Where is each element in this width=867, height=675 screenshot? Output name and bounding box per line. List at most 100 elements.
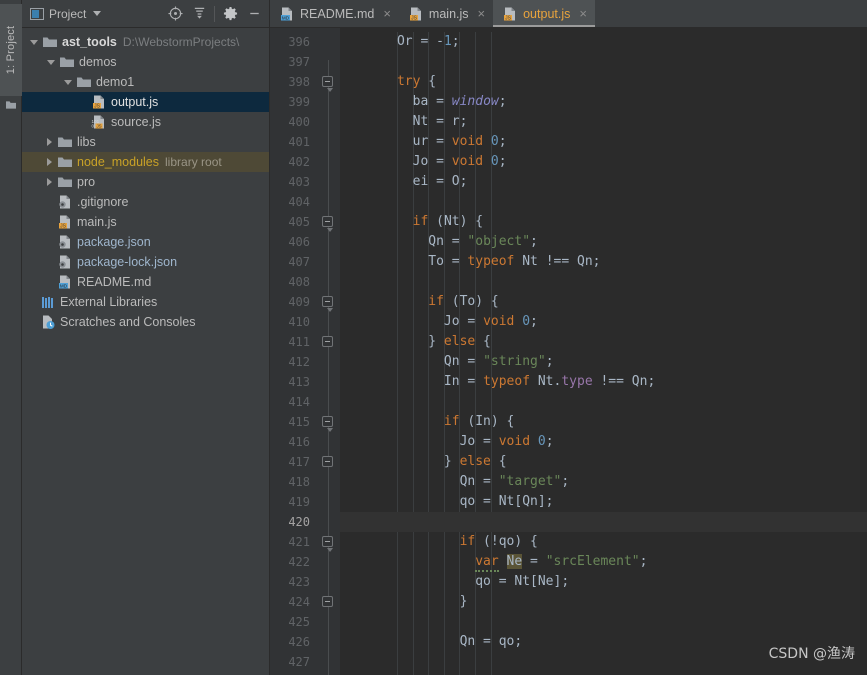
code-line[interactable]: var Ne = "srcElement"; [340, 552, 867, 572]
code-line[interactable]: } else { [340, 332, 867, 352]
editor-tab-output-js[interactable]: JS output.js × [493, 0, 595, 27]
line-number: 400 [288, 115, 310, 129]
chevron-right-icon[interactable] [47, 158, 52, 166]
folder-icon [58, 177, 72, 187]
tree-item-ast-tools[interactable]: ast_tools D:\WebstormProjects\ [22, 32, 269, 52]
chevron-down-icon[interactable] [30, 39, 38, 45]
code-line[interactable]: Qn = "target"; [340, 472, 867, 492]
code-token: { [490, 454, 507, 469]
code-line[interactable]: qo = Nt[Ne]; [340, 572, 867, 592]
code-line[interactable]: if (In) { [340, 412, 867, 432]
tree-item-package-lock-json[interactable]: package-lock.json [22, 252, 269, 272]
code-token: 0 [522, 314, 531, 329]
tree-item-external-libraries[interactable]: External Libraries [22, 292, 269, 312]
fold-row [318, 52, 340, 72]
code-line[interactable]: if (!qo) { [340, 532, 867, 552]
editor-tab-readme-md[interactable]: MD README.md × [270, 0, 399, 27]
code-token: In [443, 374, 460, 389]
code-token: 0 [537, 434, 546, 449]
code-line[interactable]: Qn = "string"; [340, 352, 867, 372]
code-line[interactable] [340, 392, 867, 412]
locate-file-button[interactable] [164, 3, 186, 25]
code-folding-gutter[interactable] [318, 28, 340, 675]
code-line[interactable] [340, 612, 867, 632]
code-token: = [428, 94, 452, 109]
fold-collapse-icon[interactable] [322, 536, 333, 552]
hide-button[interactable] [243, 3, 265, 25]
code-token: ; [639, 554, 648, 569]
settings-button[interactable] [219, 3, 241, 25]
code-line[interactable]: Jo = void 0; [340, 312, 867, 332]
chevron-down-icon[interactable] [47, 59, 55, 65]
code-line[interactable] [340, 52, 867, 72]
code-token: Jo [443, 314, 460, 329]
code-line[interactable]: To = typeof Nt !== Qn; [340, 252, 867, 272]
collapse-all-button[interactable] [188, 3, 210, 25]
close-icon[interactable]: × [579, 7, 587, 20]
tree-item-source-js[interactable]: JS 101 0 source.js [22, 112, 269, 132]
code-line[interactable] [340, 192, 867, 212]
js-file-icon: JS [59, 215, 70, 229]
tree-item-output-js[interactable]: JS output.js [22, 92, 269, 112]
code-line[interactable]: Jo = void 0; [340, 432, 867, 452]
chevron-right-icon[interactable] [47, 178, 52, 186]
code-line[interactable]: if (Nt) { [340, 212, 867, 232]
code-line[interactable]: ur = void 0; [340, 132, 867, 152]
md-file-icon: MD [59, 275, 70, 289]
code-line[interactable]: } [340, 592, 867, 612]
code-line[interactable]: ei = O; [340, 172, 867, 192]
code-token: typeof [483, 374, 531, 389]
fold-end-icon[interactable] [322, 456, 333, 467]
fold-row [318, 172, 340, 192]
tree-item-demos[interactable]: demos [22, 52, 269, 72]
tree-item-libs[interactable]: libs [22, 132, 269, 152]
editor-tab-bar[interactable]: MD README.md × JS main.js × JS output.js × [270, 0, 867, 28]
project-tree[interactable]: ast_tools D:\WebstormProjects\ demos demo1 J… [22, 28, 269, 675]
code-line[interactable] [340, 272, 867, 292]
tree-item-scratches-and-consoles[interactable]: Scratches and Consoles [22, 312, 269, 332]
tree-item-demo1[interactable]: demo1 [22, 72, 269, 92]
code-token: Qn [631, 374, 648, 389]
tree-item-suffix: library root [165, 155, 222, 169]
close-icon[interactable]: × [478, 7, 486, 20]
code-token: = [412, 34, 437, 49]
tree-item-pro[interactable]: pro [22, 172, 269, 192]
tree-item-package-json[interactable]: package.json [22, 232, 269, 252]
chevron-right-icon[interactable] [47, 138, 52, 146]
code-line[interactable]: Jo = void 0; [340, 152, 867, 172]
tree-item-gitignore[interactable]: .gitignore [22, 192, 269, 212]
code-line[interactable]: qo = Nt[Qn]; [340, 492, 867, 512]
code-line[interactable]: In = typeof Nt.type !== Qn; [340, 372, 867, 392]
fold-end-icon[interactable] [322, 596, 333, 607]
code-line[interactable]: if (To) { [340, 292, 867, 312]
project-view-selector[interactable]: Project [26, 5, 105, 23]
svg-text:JS: JS [96, 124, 101, 129]
code-line[interactable]: try { [340, 72, 867, 92]
code-token: = [522, 554, 546, 569]
code-line[interactable]: Or = -1; [340, 32, 867, 52]
fold-collapse-icon[interactable] [322, 76, 333, 92]
code-line[interactable]: Qn = "object"; [340, 232, 867, 252]
fold-collapse-icon[interactable] [322, 296, 333, 312]
close-icon[interactable]: × [383, 7, 391, 20]
tool-window-tab-project[interactable]: 1: Project [0, 4, 22, 96]
editor-tab-main-js[interactable]: JS main.js × [399, 0, 493, 27]
tree-item-node-modules[interactable]: node_modules library root [22, 152, 269, 172]
line-number: 411 [288, 335, 310, 349]
fold-collapse-icon[interactable] [322, 216, 333, 232]
tree-item-main-js[interactable]: JS main.js [22, 212, 269, 232]
code-text-area[interactable]: Or = -1; try { ba = window; Nt = r; ur =… [340, 28, 867, 675]
fold-row [318, 352, 340, 372]
fold-end-icon[interactable] [322, 336, 333, 347]
chevron-down-icon [93, 11, 102, 16]
chevron-down-icon[interactable] [64, 79, 72, 85]
code-line[interactable] [340, 512, 867, 532]
line-number: 426 [288, 635, 310, 649]
code-line[interactable]: } else { [340, 452, 867, 472]
code-line[interactable]: ba = window; [340, 92, 867, 112]
code-line[interactable]: Nt = r; [340, 112, 867, 132]
tree-item-readme-md[interactable]: MD README.md [22, 272, 269, 292]
fold-collapse-icon[interactable] [322, 416, 333, 432]
